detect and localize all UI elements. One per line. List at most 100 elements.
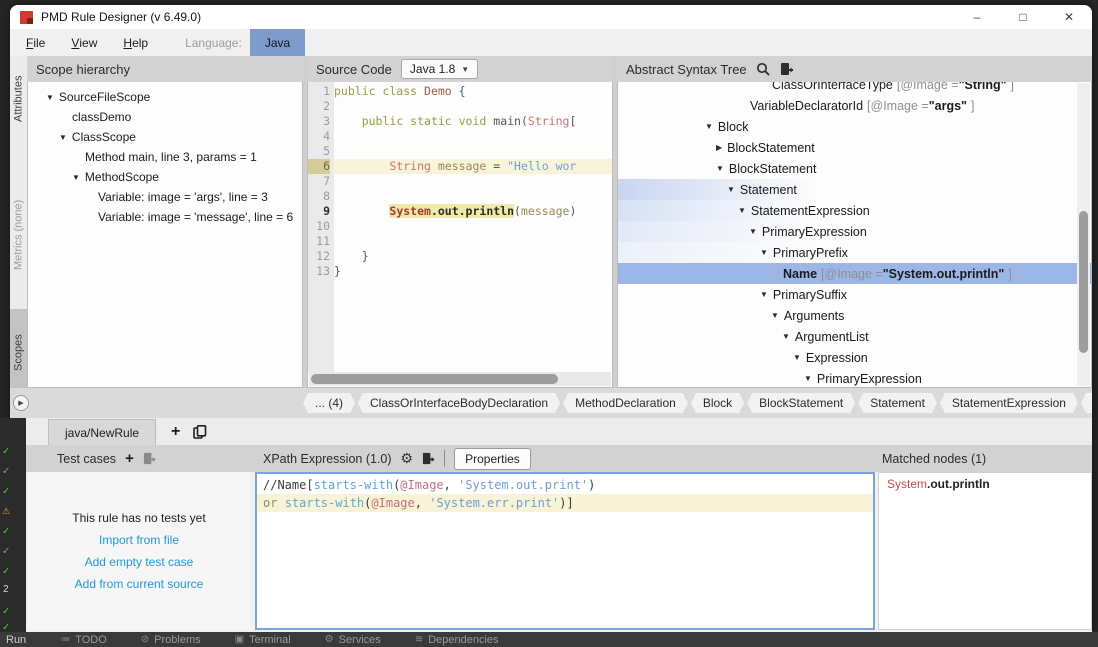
language-tab-java[interactable]: Java <box>250 29 305 56</box>
code-line[interactable]: } <box>334 249 612 264</box>
code-line[interactable]: System.out.println(message) <box>334 204 612 219</box>
scope-tree-row[interactable]: Variable: image = 'args', line = 3 <box>28 187 302 207</box>
ast-tree-row[interactable]: ▼Block <box>618 116 1091 137</box>
test-link-add-empty-test-case[interactable]: Add empty test case <box>85 555 194 569</box>
vertical-scrollbar-thumb[interactable] <box>1079 211 1088 353</box>
close-button[interactable]: ✕ <box>1046 5 1092 29</box>
breadcrumb-chip[interactable]: BlockStatement <box>747 393 855 413</box>
code-line[interactable]: public class Demo { <box>334 84 612 99</box>
chevron-down-icon[interactable]: ▼ <box>59 133 67 142</box>
xpath-export-icon[interactable] <box>422 452 435 465</box>
ast-tree-row[interactable]: ▼Statement <box>618 179 1091 200</box>
vertical-scrollbar[interactable] <box>1077 83 1090 386</box>
export-icon[interactable] <box>780 62 794 76</box>
code-line[interactable] <box>334 189 612 204</box>
statusbar-item-problems[interactable]: ⊘Problems <box>141 634 201 646</box>
chevron-down-icon[interactable]: ▼ <box>782 332 790 341</box>
scope-tree-row[interactable]: ▼ClassScope <box>28 127 302 147</box>
code-line[interactable] <box>334 99 612 114</box>
scope-tree-row[interactable]: ▼MethodScope <box>28 167 302 187</box>
side-tab-metrics[interactable]: Metrics (none) <box>10 168 27 302</box>
xpath-line[interactable]: or starts-with(@Image, 'System.err.print… <box>257 494 873 512</box>
maximize-button[interactable]: □ <box>1000 5 1046 29</box>
side-tab-attributes[interactable]: Attributes <box>10 60 27 138</box>
duplicate-rule-icon[interactable] <box>193 425 207 439</box>
ast-tree-row[interactable]: ▼PrimaryExpression <box>618 368 1091 388</box>
java-version-select[interactable]: Java 1.8 ▼ <box>401 59 478 79</box>
collapse-panel-button[interactable]: ▶ <box>13 395 29 411</box>
add-rule-tab-button[interactable]: + <box>171 423 180 441</box>
code-line[interactable] <box>334 174 612 189</box>
breadcrumb-chip[interactable]: MethodDeclaration <box>563 393 688 413</box>
search-icon[interactable] <box>756 62 770 76</box>
scope-tree-row[interactable]: Variable: image = 'message', line = 6 <box>28 207 302 227</box>
horizontal-scrollbar[interactable] <box>309 372 611 386</box>
side-tab-scopes[interactable]: Scopes <box>10 309 27 397</box>
code-area[interactable]: public class Demo { public static void m… <box>334 82 612 372</box>
test-export-icon[interactable] <box>143 452 156 465</box>
statusbar-item-run[interactable]: Run <box>6 634 26 646</box>
statusbar-item-terminal[interactable]: ▣Terminal <box>235 634 291 646</box>
scope-tree-row[interactable]: ▼SourceFileScope <box>28 87 302 107</box>
source-editor[interactable]: 12345678910111213 public class Demo { pu… <box>307 82 613 388</box>
code-line[interactable] <box>334 234 612 249</box>
chevron-down-icon[interactable]: ▼ <box>749 227 757 236</box>
ast-tree-row[interactable]: Name[@Image = "System.out.println"] <box>618 263 1091 284</box>
test-link-import-from-file[interactable]: Import from file <box>99 533 179 547</box>
ast-tree-row[interactable]: ▶BlockStatement <box>618 137 1091 158</box>
chevron-down-icon[interactable]: ▼ <box>46 93 54 102</box>
breadcrumb-chip[interactable]: Statement <box>858 393 937 413</box>
ast-tree-row[interactable]: ClassOrInterfaceType[@Image = "String"] <box>618 82 1091 95</box>
scope-tree-row[interactable]: Method main, line 3, params = 1 <box>28 147 302 167</box>
test-link-add-from-current-source[interactable]: Add from current source <box>75 577 204 591</box>
ast-tree-row[interactable]: ▼BlockStatement <box>618 158 1091 179</box>
chevron-down-icon[interactable]: ▼ <box>804 374 812 383</box>
ast-tree-row[interactable]: ▼PrimarySuffix <box>618 284 1091 305</box>
chevron-down-icon[interactable]: ▼ <box>793 353 801 362</box>
statusbar-item-todo[interactable]: ≔TODO <box>60 634 107 646</box>
xpath-editor[interactable]: //Name[starts-with(@Image, 'System.out.p… <box>255 472 875 630</box>
code-line[interactable] <box>334 219 612 234</box>
add-test-case-button[interactable]: + <box>125 450 134 467</box>
code-line[interactable] <box>334 129 612 144</box>
code-line[interactable]: public static void main(String[ <box>334 114 612 129</box>
chevron-down-icon[interactable]: ▼ <box>738 206 746 215</box>
ast-tree-row[interactable]: ▼ArgumentList <box>618 326 1091 347</box>
code-line[interactable] <box>334 144 612 159</box>
chevron-down-icon[interactable]: ▼ <box>760 290 768 299</box>
ast-tree-row[interactable]: ▼StatementExpression <box>618 200 1091 221</box>
ast-tree-row[interactable]: ▼Expression <box>618 347 1091 368</box>
chevron-down-icon[interactable]: ▼ <box>727 185 735 194</box>
statusbar-item-services[interactable]: ⚙Services <box>325 634 381 646</box>
code-line[interactable]: String message = "Hello wor <box>334 159 612 174</box>
todo-icon: ≔ <box>60 634 70 645</box>
gear-icon[interactable]: ⚙ <box>401 450 414 467</box>
ast-tree-row[interactable]: ▼PrimaryPrefix <box>618 242 1091 263</box>
menu-item-help[interactable]: Help <box>110 29 161 56</box>
breadcrumb-chip[interactable]: ... (4) <box>303 393 355 413</box>
chevron-down-icon[interactable]: ▼ <box>771 311 779 320</box>
ast-tree-row[interactable]: VariableDeclaratorId[@Image = "args"] <box>618 95 1091 116</box>
code-line[interactable]: } <box>334 264 612 279</box>
scope-tree-row[interactable]: classDemo <box>28 107 302 127</box>
chevron-down-icon[interactable]: ▼ <box>72 173 80 182</box>
matched-node-row[interactable]: System.out.println <box>879 473 1091 495</box>
breadcrumb-chip[interactable]: ClassOrInterfaceBodyDeclaration <box>358 393 560 413</box>
rule-tab-active[interactable]: java/NewRule <box>48 419 156 445</box>
statusbar-item-dependencies[interactable]: ≋Dependencies <box>415 634 499 646</box>
menu-item-view[interactable]: View <box>58 29 110 56</box>
ast-tree-row[interactable]: ▼Arguments <box>618 305 1091 326</box>
xpath-line[interactable]: //Name[starts-with(@Image, 'System.out.p… <box>257 476 873 494</box>
chevron-down-icon[interactable]: ▼ <box>760 248 768 257</box>
breadcrumb-chip[interactable]: StatementExpression <box>940 393 1078 413</box>
horizontal-scrollbar-thumb[interactable] <box>311 374 558 384</box>
breadcrumb-chip[interactable]: Block <box>691 393 744 413</box>
breadcrumb-chip[interactable]: PrimaryExpression <box>1081 393 1092 413</box>
ast-tree-row[interactable]: ▼PrimaryExpression <box>618 221 1091 242</box>
properties-button[interactable]: Properties <box>454 448 531 470</box>
menu-item-file[interactable]: File <box>13 29 58 56</box>
chevron-down-icon[interactable]: ▼ <box>705 122 713 131</box>
minimize-button[interactable]: – <box>954 5 1000 29</box>
chevron-right-icon[interactable]: ▶ <box>716 143 722 152</box>
chevron-down-icon[interactable]: ▼ <box>716 164 724 173</box>
